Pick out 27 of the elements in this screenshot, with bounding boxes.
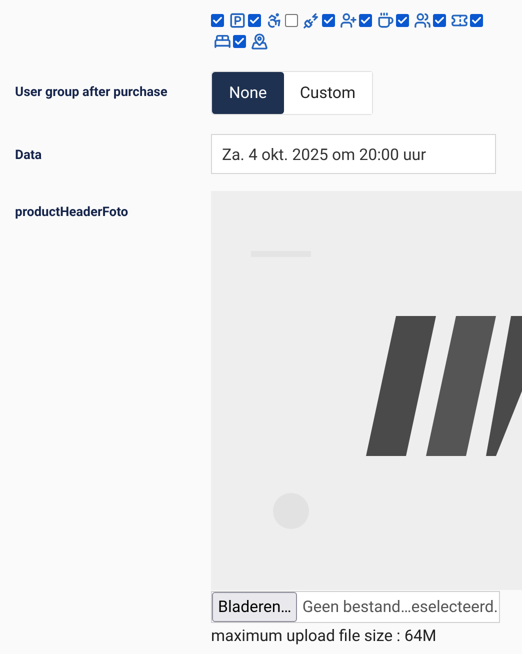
segment-button[interactable]: None <box>212 72 284 114</box>
field-label: User group after purchase <box>15 85 168 100</box>
browse-button[interactable]: Bladeren… <box>212 592 298 622</box>
checkbox[interactable] <box>322 14 335 27</box>
checkbox[interactable] <box>285 14 298 27</box>
checkbox[interactable] <box>359 14 372 27</box>
checkbox[interactable] <box>233 35 246 48</box>
parking-icon <box>229 12 246 29</box>
upload-hint: maximum upload file size : 64M <box>211 625 438 647</box>
wheelchair-icon <box>266 12 283 29</box>
checkbox[interactable] <box>433 14 446 27</box>
checkbox[interactable] <box>248 14 261 27</box>
coffee-cup-icon <box>377 12 394 29</box>
date-field[interactable]: Za. 4 okt. 2025 om 20:00 uur <box>211 134 496 174</box>
checkbox[interactable] <box>396 14 409 27</box>
checkbox[interactable] <box>470 14 483 27</box>
ticket-icon <box>451 12 468 29</box>
map-pin-icon <box>251 33 268 50</box>
field-label: productHeaderFoto <box>15 205 128 220</box>
person-add-icon <box>340 12 357 29</box>
bed-icon <box>214 33 231 50</box>
checkbox[interactable] <box>211 14 224 27</box>
file-status-text: Geen bestand…eselecteerd. <box>302 596 498 618</box>
field-label: Data <box>15 148 42 163</box>
charging-plug-icon <box>303 12 320 29</box>
file-field[interactable]: Bladeren… Geen bestand…eselecteerd. <box>211 591 500 623</box>
people-icon <box>414 12 431 29</box>
